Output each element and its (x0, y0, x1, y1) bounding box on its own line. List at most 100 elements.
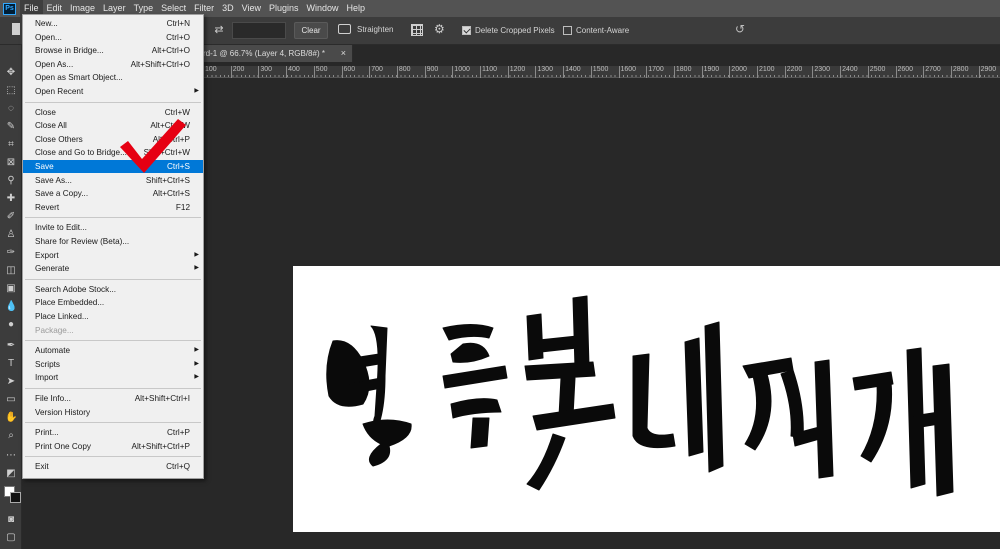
type-tool-icon[interactable]: T (5, 358, 17, 370)
dodge-tool-icon[interactable]: ● (5, 319, 17, 331)
ruler-label: 1000 (452, 66, 470, 78)
swap-dimensions-icon[interactable]: ⇄ (212, 23, 226, 37)
menu-item-print[interactable]: Print... Ctrl+P (23, 426, 203, 439)
menu-item-import[interactable]: Import ▶ (23, 371, 203, 384)
menu-view[interactable]: View (238, 0, 265, 17)
marquee-tool-icon[interactable]: ⬚ (5, 85, 17, 97)
gradient-tool-icon[interactable]: ▣ (5, 283, 17, 295)
menu-item-version-history[interactable]: Version History (23, 406, 203, 419)
ruler-label: 700 (369, 66, 383, 78)
menu-item-open-as-smart-object[interactable]: Open as Smart Object... (23, 71, 203, 84)
submenu-arrow-icon: ▶ (194, 360, 199, 367)
background-color-swatch[interactable] (10, 492, 21, 503)
blur-tool-icon[interactable]: 💧 (5, 301, 17, 313)
menu-item-label: Save a Copy... (35, 189, 89, 199)
menu-item-label: Package... (35, 325, 74, 335)
menu-help[interactable]: Help (343, 0, 370, 17)
ruler-label: 200 (230, 66, 244, 78)
menu-item-exit[interactable]: Exit Ctrl+Q (23, 460, 203, 473)
menu-item-scripts[interactable]: Scripts ▶ (23, 358, 203, 371)
menu-item-label: Search Adobe Stock... (35, 284, 117, 294)
menu-separator (25, 101, 201, 103)
pen-tool-icon[interactable]: ✒ (5, 340, 17, 352)
menu-item-open-recent[interactable]: Open Recent ▶ (23, 85, 203, 98)
menu-item-label: Open... (35, 32, 62, 42)
quick-mask-icon[interactable]: ◙ (5, 514, 17, 526)
ruler-label: 2500 (867, 66, 885, 78)
menu-3d[interactable]: 3D (218, 0, 238, 17)
menu-item-shortcut: Alt+Ctrl+S (152, 189, 190, 199)
brush-tool-icon[interactable]: ✐ (5, 211, 17, 223)
clone-stamp-tool-icon[interactable]: ♙ (5, 229, 17, 241)
frame-tool-icon[interactable]: ⊠ (5, 157, 17, 169)
menu-item-label: Close Others (35, 134, 83, 144)
eyedropper-tool-icon[interactable]: ⚲ (5, 175, 17, 187)
default-colors-icon[interactable]: ◩ (5, 468, 17, 480)
menu-item-generate[interactable]: Generate ▶ (23, 262, 203, 275)
straighten-icon[interactable] (338, 24, 351, 34)
content-aware-label[interactable]: Content-Aware (576, 26, 629, 35)
menu-item-package: Package... (23, 324, 203, 337)
content-aware-checkbox[interactable] (563, 26, 572, 35)
quick-select-tool-icon[interactable]: ✎ (5, 121, 17, 133)
menu-item-label: Save As... (35, 175, 72, 185)
menu-item-label: Print... (35, 428, 59, 438)
document-tab[interactable]: rd-1 @ 66.7% (Layer 4, RGB/8#) * × (203, 45, 353, 62)
history-brush-tool-icon[interactable]: ✑ (5, 247, 17, 259)
menu-item-label: Revert (35, 202, 60, 212)
menu-item-place-embedded[interactable]: Place Embedded... (23, 296, 203, 309)
ruler-label: 2900 (978, 66, 996, 78)
crop-tool-icon[interactable]: ⌗ (5, 139, 17, 151)
menu-item-search-adobe-stock[interactable]: Search Adobe Stock... (23, 283, 203, 296)
eraser-tool-icon[interactable]: ◫ (5, 265, 17, 277)
ruler-label: 2600 (895, 66, 913, 78)
menu-item-export[interactable]: Export ▶ (23, 249, 203, 262)
close-icon[interactable]: × (341, 45, 346, 62)
ratio-input[interactable] (232, 22, 286, 39)
menu-item-share-for-review-beta[interactable]: Share for Review (Beta)... (23, 235, 203, 248)
gear-icon[interactable]: ⚙ (434, 22, 445, 36)
menu-item-label: Place Embedded... (35, 298, 105, 308)
lasso-tool-icon[interactable]: ◌ (5, 103, 17, 115)
menu-item-label: Scripts (35, 359, 61, 369)
overlay-grid-icon[interactable] (411, 24, 423, 36)
menu-separator (25, 422, 201, 424)
ruler-label: 1100 (480, 66, 497, 78)
menu-item-open[interactable]: Open... Ctrl+O (23, 31, 203, 44)
menu-plugins[interactable]: Plugins (265, 0, 303, 17)
straighten-label[interactable]: Straighten (357, 25, 393, 34)
menu-item-label: File Info... (35, 394, 71, 403)
menu-item-invite-to-edit[interactable]: Invite to Edit... (23, 221, 203, 234)
delete-cropped-pixels-checkbox[interactable] (462, 26, 471, 35)
hand-tool-icon[interactable]: ✋ (5, 412, 17, 424)
path-selection-tool-icon[interactable]: ➤ (5, 376, 17, 388)
document-canvas[interactable] (293, 266, 1000, 532)
menu-item-revert[interactable]: Revert F12 (23, 201, 203, 214)
menu-item-save-as[interactable]: Save As... Shift+Ctrl+S (23, 174, 203, 187)
healing-brush-tool-icon[interactable]: ✚ (5, 193, 17, 205)
menu-item-save-a-copy[interactable]: Save a Copy... Alt+Ctrl+S (23, 187, 203, 200)
menu-item-label: Export (35, 250, 59, 260)
ruler-label: 2400 (840, 66, 858, 78)
menu-item-print-one-copy[interactable]: Print One Copy Alt+Shift+Ctrl+P (23, 440, 203, 453)
menu-item-place-linked[interactable]: Place Linked... (23, 310, 203, 323)
delete-cropped-pixels-label[interactable]: Delete Cropped Pixels (475, 26, 555, 35)
reset-icon[interactable]: ↺ (735, 22, 745, 36)
menu-item-automate[interactable]: Automate ▶ (23, 344, 203, 357)
move-tool-icon[interactable]: ✥ (5, 67, 17, 79)
menu-item-shortcut: Alt+Shift+Ctrl+O (130, 59, 190, 69)
rectangle-tool-icon[interactable]: ▭ (5, 394, 17, 406)
horizontal-ruler[interactable]: 100 200 300 400 500 600 700 800 900 1000 1100 1200 1… (203, 66, 1000, 78)
menu-window[interactable]: Window (303, 0, 343, 17)
crop-tool-preset-icon[interactable] (12, 23, 20, 35)
screen-mode-icon[interactable]: ▢ (5, 532, 17, 544)
menu-item-label: Save (35, 162, 54, 171)
menu-item-file-info[interactable]: File Info... Alt+Shift+Ctrl+I (23, 392, 203, 405)
menu-item-open-as[interactable]: Open As... Alt+Shift+Ctrl+O (23, 58, 203, 71)
menu-item-new[interactable]: New... Ctrl+N (23, 17, 203, 30)
ruler-label: 1900 (701, 66, 719, 78)
more-tools-icon[interactable]: ⋯ (5, 450, 17, 462)
clear-button[interactable]: Clear (294, 22, 328, 39)
menu-item-browse-in-bridge[interactable]: Browse in Bridge... Alt+Ctrl+O (23, 44, 203, 57)
zoom-tool-icon[interactable]: ⌕ (5, 430, 17, 442)
